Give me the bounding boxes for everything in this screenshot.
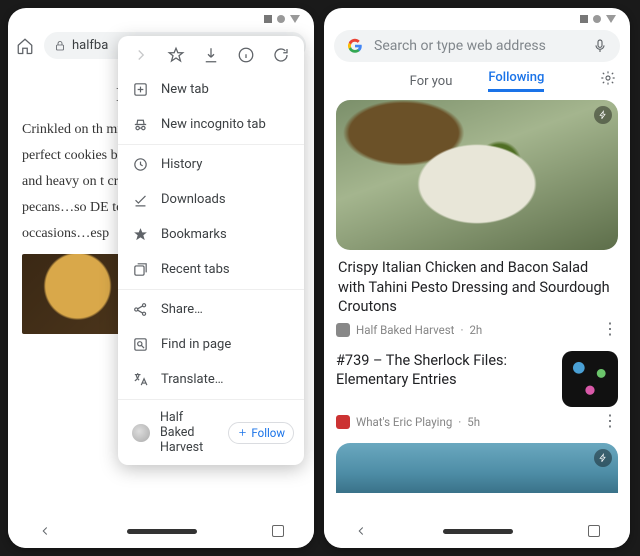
card-2[interactable]: #739 – The Sherlock Files: Elementary En…	[336, 351, 618, 407]
site-name: Half Baked Harvest	[160, 410, 218, 455]
menu-label: Find in page	[161, 337, 231, 352]
follow-label: Follow	[251, 426, 285, 440]
menu-item-new-tab[interactable]: New tab	[118, 72, 304, 107]
source-avatar	[336, 415, 350, 429]
lock-icon	[54, 40, 66, 52]
card-title[interactable]: Crispy Italian Chicken and Bacon Salad w…	[338, 258, 616, 317]
status-bar	[324, 8, 630, 26]
download-done-icon	[132, 191, 149, 208]
card-time: 5h	[467, 415, 480, 429]
card-menu-icon[interactable]: ⋮	[602, 418, 618, 424]
menu-item-find[interactable]: Find in page	[118, 327, 304, 362]
menu-label: History	[161, 157, 202, 172]
find-icon	[132, 336, 149, 353]
download-icon[interactable]	[202, 46, 220, 64]
refresh-icon[interactable]	[272, 46, 290, 64]
google-logo-icon	[346, 37, 364, 55]
feed: Crispy Italian Chicken and Bacon Salad w…	[324, 100, 630, 493]
tab-for-you[interactable]: For you	[410, 74, 453, 89]
menu-label: Bookmarks	[161, 227, 227, 242]
card-meta: What's Eric Playing · 5h ⋮	[336, 415, 618, 429]
phone-right: Search or type web address For you Follo…	[324, 8, 630, 548]
search-placeholder: Search or type web address	[374, 38, 582, 54]
menu-label: New incognito tab	[161, 117, 266, 132]
mic-icon[interactable]	[592, 38, 608, 54]
menu-item-incognito[interactable]: New incognito tab	[118, 107, 304, 142]
menu-action-row	[118, 36, 304, 72]
menu-label: Recent tabs	[161, 262, 230, 277]
menu-item-share[interactable]: Share…	[118, 292, 304, 327]
site-favicon	[132, 424, 150, 442]
plus-box-icon	[132, 81, 149, 98]
forward-icon[interactable]	[132, 46, 150, 64]
nav-bar	[324, 514, 630, 548]
source-avatar	[336, 323, 350, 337]
nav-home-pill[interactable]	[127, 529, 197, 534]
history-icon	[132, 156, 149, 173]
menu-item-bookmarks[interactable]: Bookmarks	[118, 217, 304, 252]
card-image[interactable]	[336, 100, 618, 250]
card-source: Half Baked Harvest	[356, 323, 454, 337]
nav-back-icon[interactable]	[38, 524, 52, 538]
amp-icon	[594, 106, 612, 124]
card-title: #739 – The Sherlock Files: Elementary En…	[336, 351, 552, 390]
follow-site-row: Half Baked Harvest Follow	[118, 402, 304, 463]
tab-following[interactable]: Following	[488, 70, 544, 92]
bookmark-icon	[132, 226, 149, 243]
phone-left: halfba H A L F H A R Crinkled on th midd…	[8, 8, 314, 548]
translate-icon	[132, 371, 149, 388]
search-bar[interactable]: Search or type web address	[334, 30, 620, 62]
card-thumb	[562, 351, 618, 407]
amp-icon	[594, 449, 612, 467]
menu-label: New tab	[161, 82, 209, 97]
nav-home-pill[interactable]	[443, 529, 513, 534]
menu-item-recent-tabs[interactable]: Recent tabs	[118, 252, 304, 287]
tabs-icon	[132, 261, 149, 278]
card-time: 2h	[469, 323, 482, 337]
card-image[interactable]	[336, 443, 618, 493]
gear-icon[interactable]	[600, 70, 616, 86]
incognito-icon	[132, 116, 149, 133]
follow-button[interactable]: Follow	[228, 422, 294, 444]
menu-label: Translate…	[161, 372, 223, 387]
url-text: halfba	[72, 38, 108, 53]
info-icon[interactable]	[237, 46, 255, 64]
menu-label: Downloads	[161, 192, 226, 207]
card-meta: Half Baked Harvest · 2h ⋮	[336, 323, 618, 337]
home-icon[interactable]	[16, 37, 34, 55]
card-menu-icon[interactable]: ⋮	[602, 326, 618, 332]
nav-back-icon[interactable]	[354, 524, 368, 538]
share-icon	[132, 301, 149, 318]
menu-label: Share…	[161, 302, 203, 317]
nav-recents-icon[interactable]	[588, 525, 600, 537]
card-source: What's Eric Playing	[356, 415, 452, 429]
nav-recents-icon[interactable]	[272, 525, 284, 537]
tabs-row: For you Following	[324, 70, 630, 100]
nav-bar	[8, 514, 314, 548]
overflow-menu: New tab New incognito tab History Downlo…	[118, 36, 304, 465]
menu-item-history[interactable]: History	[118, 147, 304, 182]
menu-item-translate[interactable]: Translate…	[118, 362, 304, 397]
star-icon[interactable]	[167, 46, 185, 64]
menu-item-downloads[interactable]: Downloads	[118, 182, 304, 217]
status-bar	[8, 8, 314, 26]
